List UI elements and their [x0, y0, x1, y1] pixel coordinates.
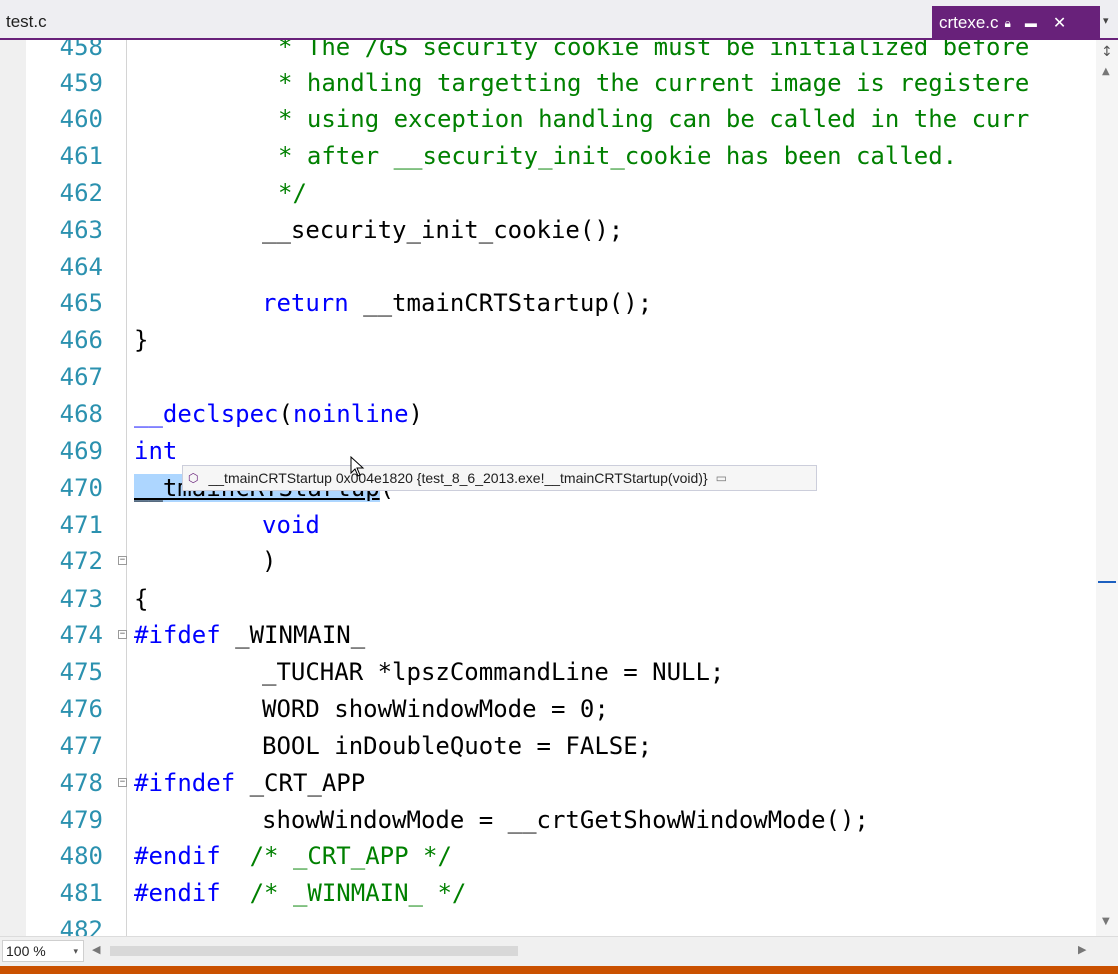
- line-number: 460: [59, 105, 103, 133]
- code-comment: /* _WINMAIN_ */: [220, 879, 467, 907]
- line-number: 481: [59, 879, 103, 907]
- code-text: ): [408, 400, 423, 428]
- keyword-noinline: noinline: [292, 400, 409, 428]
- line-number: 467: [59, 363, 103, 391]
- code-line[interactable]: */: [278, 178, 307, 208]
- line-number: 471: [59, 511, 103, 539]
- line-number: 473: [59, 585, 103, 613]
- line-number: 477: [59, 732, 103, 760]
- tab-crtexe-label: crtexe.c: [939, 13, 999, 32]
- code-comment: /* _CRT_APP */: [220, 842, 452, 870]
- preprocessor-directive: #ifdef: [134, 621, 221, 649]
- line-number: 482: [59, 916, 103, 936]
- line-number: 465: [59, 289, 103, 317]
- keyword-declspec: __declspec: [134, 400, 279, 428]
- outline-guide: [126, 40, 127, 936]
- code-line[interactable]: #ifdef _WINMAIN_: [134, 620, 365, 650]
- lock-icon: 🔒︎: [1004, 15, 1011, 30]
- code-line[interactable]: _TUCHAR *lpszCommandLine = NULL;: [262, 657, 724, 687]
- code-line[interactable]: * handling targetting the current image …: [278, 68, 1029, 98]
- zoom-select[interactable]: 100 % ▾: [2, 940, 84, 962]
- line-number: 470: [59, 474, 103, 502]
- line-number: 476: [59, 695, 103, 723]
- scroll-up-icon[interactable]: ▲: [1102, 66, 1110, 77]
- status-strip: [0, 966, 1118, 974]
- code-line[interactable]: #ifndef _CRT_APP: [134, 768, 365, 798]
- scroll-left-icon[interactable]: ◀: [92, 943, 100, 956]
- line-number: 478: [59, 769, 103, 797]
- tab-overflow-icon[interactable]: ▾: [1103, 14, 1109, 27]
- line-number: 468: [59, 400, 103, 428]
- line-number: 458: [59, 40, 103, 61]
- line-number: 479: [59, 806, 103, 834]
- line-number: 461: [59, 142, 103, 170]
- line-number: 474: [59, 621, 103, 649]
- line-number: 459: [59, 69, 103, 97]
- code-line[interactable]: }: [134, 325, 148, 355]
- line-number: 472: [59, 547, 103, 575]
- code-line[interactable]: int: [134, 436, 177, 466]
- code-text: _WINMAIN_: [220, 621, 366, 649]
- code-text: _CRT_APP: [235, 769, 366, 797]
- indicator-margin: [0, 40, 26, 936]
- code-line[interactable]: #endif /* _WINMAIN_ */: [134, 878, 466, 908]
- scroll-position-marker: [1098, 581, 1116, 583]
- pin-icon[interactable]: ▬: [1025, 16, 1037, 30]
- preprocessor-directive: #ifndef: [134, 769, 236, 797]
- line-number: 466: [59, 326, 103, 354]
- collapse-toggle[interactable]: −: [118, 556, 127, 565]
- horizontal-scrollbar[interactable]: 100 % ▾ ◀ ▶: [0, 936, 1118, 966]
- line-number: 480: [59, 842, 103, 870]
- datatip-text[interactable]: __tmainCRTStartup 0x004e1820 {test_8_6_2…: [208, 470, 707, 486]
- function-icon: ⬡: [188, 471, 199, 485]
- code-line[interactable]: * The /GS security cookie must be initia…: [278, 40, 1029, 62]
- document-tab-bar: test.c crtexe.c 🔒︎ ▬ ✕ ▾: [0, 0, 1118, 40]
- debug-datatip[interactable]: ⬡ __tmainCRTStartup 0x004e1820 {test_8_6…: [182, 465, 817, 491]
- close-icon[interactable]: ✕: [1053, 13, 1066, 33]
- zoom-value: 100 %: [6, 943, 46, 959]
- code-line[interactable]: ): [262, 546, 276, 576]
- tab-crtexe-c[interactable]: crtexe.c 🔒︎ ▬ ✕: [932, 6, 1100, 40]
- keyword-return: return: [262, 289, 349, 317]
- code-line[interactable]: BOOL inDoubleQuote = FALSE;: [262, 731, 652, 761]
- line-number: 464: [59, 253, 103, 281]
- vertical-scrollbar[interactable]: ↕ ▲ ▼: [1096, 40, 1118, 936]
- mouse-cursor-icon: [350, 456, 365, 477]
- preprocessor-directive: #endif: [134, 842, 221, 870]
- tab-test-c[interactable]: test.c: [6, 12, 47, 32]
- collapse-toggle[interactable]: −: [118, 778, 127, 787]
- code-line[interactable]: showWindowMode = __crtGetShowWindowMode(…: [262, 805, 869, 835]
- code-line[interactable]: __declspec(noinline): [134, 399, 423, 429]
- scroll-right-icon[interactable]: ▶: [1078, 943, 1086, 956]
- code-line[interactable]: * using exception handling can be called…: [278, 104, 1029, 134]
- code-text: (: [278, 400, 293, 428]
- pin-icon[interactable]: ▭: [716, 471, 727, 485]
- preprocessor-directive: #endif: [134, 879, 221, 907]
- collapse-toggle[interactable]: −: [118, 630, 127, 639]
- code-text: __tmainCRTStartup();: [348, 289, 653, 317]
- line-number: 475: [59, 658, 103, 686]
- code-line[interactable]: WORD showWindowMode = 0;: [262, 694, 609, 724]
- line-number: 462: [59, 179, 103, 207]
- code-line[interactable]: return __tmainCRTStartup();: [262, 288, 652, 318]
- code-line[interactable]: void: [262, 510, 320, 540]
- code-line[interactable]: #endif /* _CRT_APP */: [134, 841, 452, 871]
- line-number: 463: [59, 216, 103, 244]
- code-line[interactable]: __security_init_cookie();: [262, 215, 623, 245]
- scroll-down-icon[interactable]: ▼: [1102, 916, 1110, 927]
- chevron-down-icon[interactable]: ▾: [73, 941, 78, 961]
- code-line[interactable]: * after __security_init_cookie has been …: [278, 141, 957, 171]
- line-number: 469: [59, 437, 103, 465]
- split-handle-icon[interactable]: ↕: [1101, 44, 1113, 60]
- code-line[interactable]: {: [134, 584, 148, 614]
- horizontal-scroll-thumb[interactable]: [110, 946, 518, 956]
